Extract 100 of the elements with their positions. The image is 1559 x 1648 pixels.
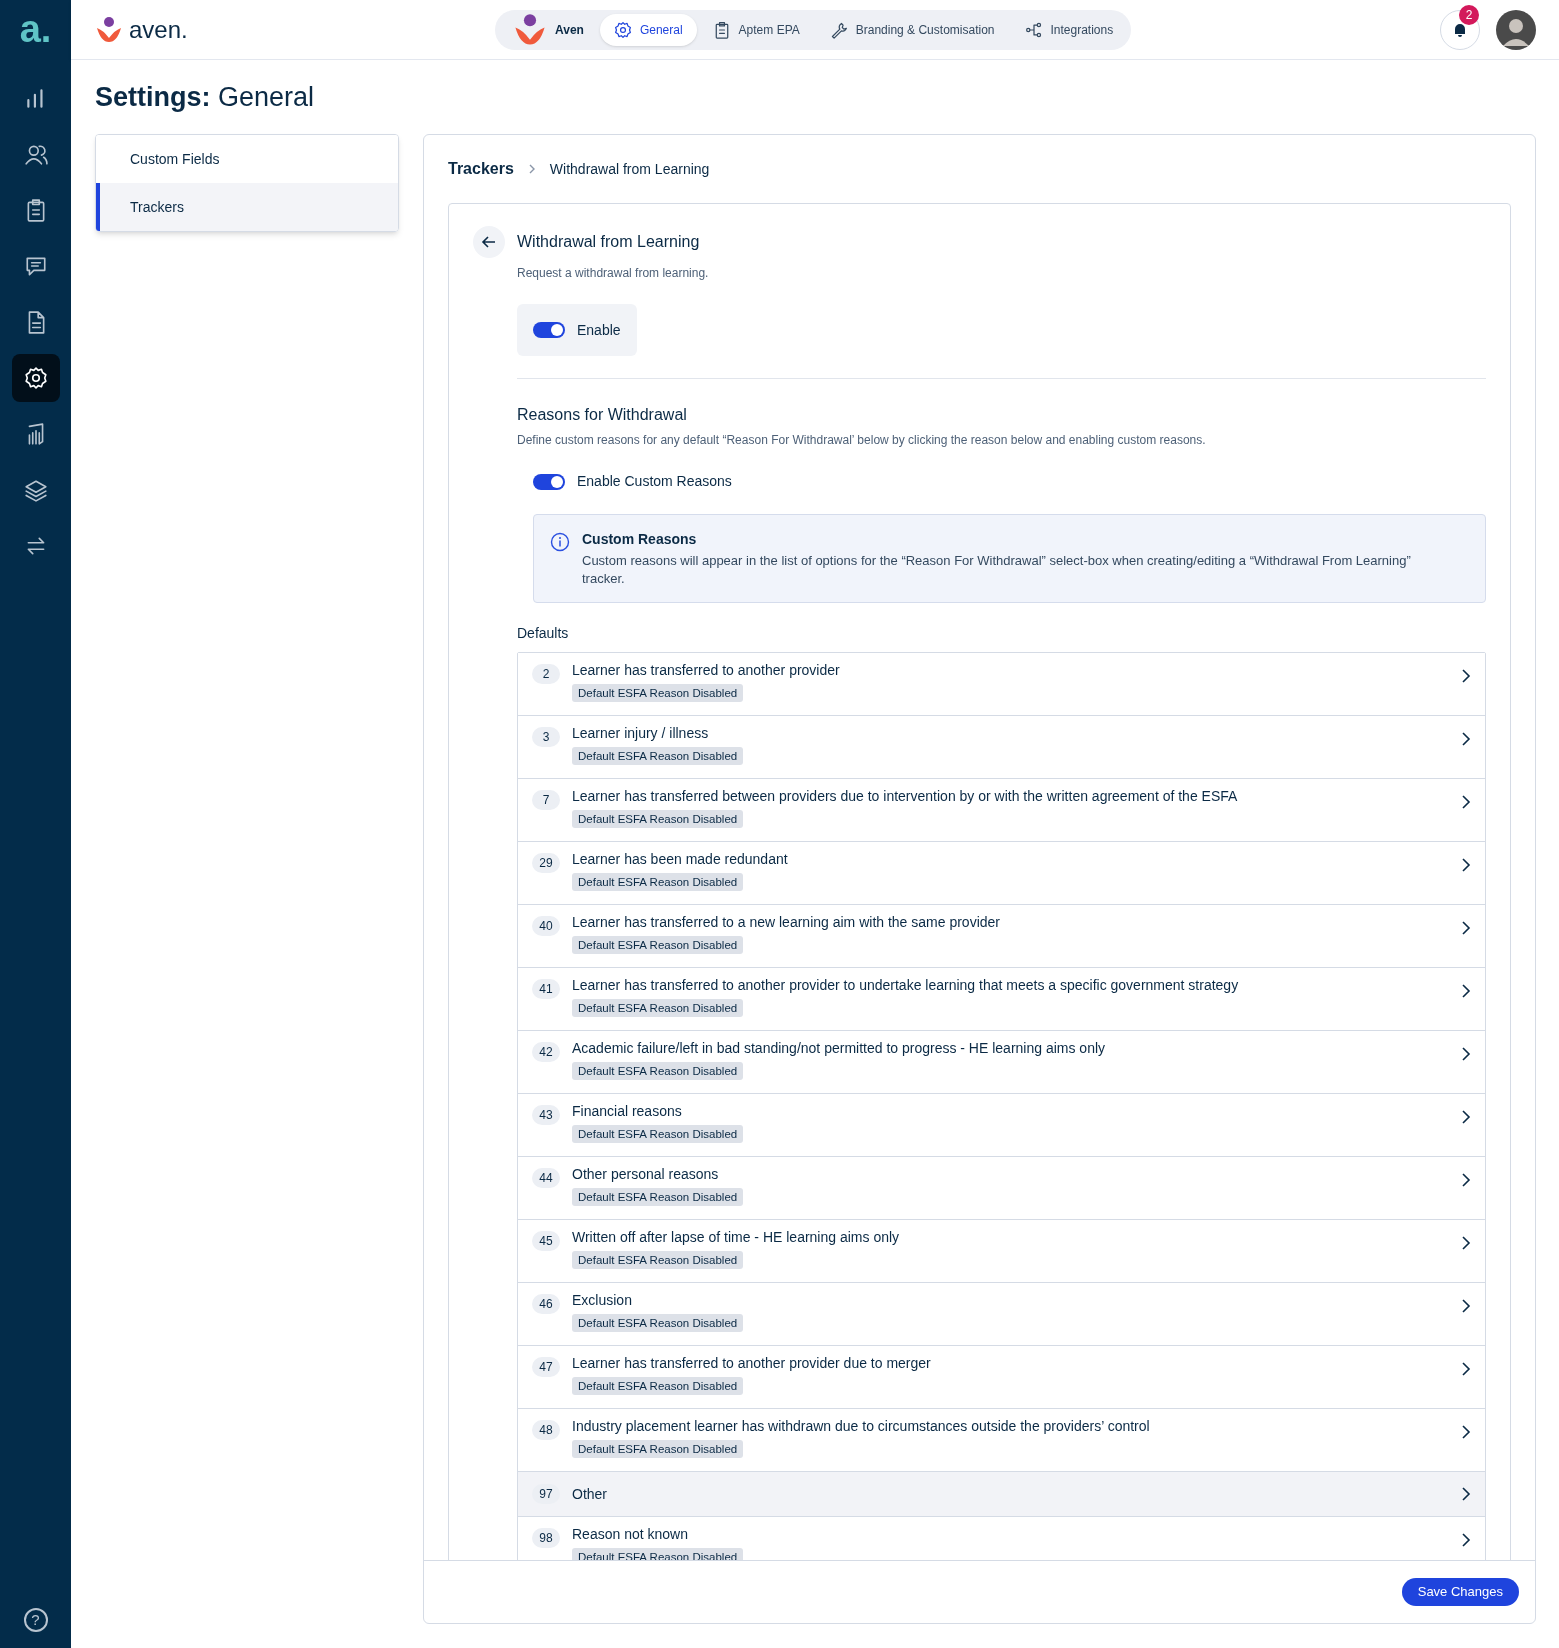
chevron-icon: [1461, 1362, 1471, 1376]
reason-title: Learner has transferred to another provider to undertake learning that meets a specific government strategy: [572, 976, 1240, 994]
chevron-icon: [1461, 1236, 1471, 1250]
flower-logo-icon: [513, 12, 547, 47]
status-badge: Default ESFA Reason Disabled: [572, 1377, 744, 1395]
chevron-icon: [1461, 1173, 1471, 1187]
nav-tab[interactable]: Integrations: [1010, 13, 1128, 46]
wrench-icon: [829, 20, 848, 39]
chevron-icon: [1461, 921, 1471, 935]
status-badge: Default ESFA Reason Disabled: [572, 747, 744, 765]
rail-button[interactable]: [11, 354, 60, 402]
reason-code: 45: [532, 1231, 560, 1251]
settings-icon: [23, 366, 48, 390]
chevron-icon: [1461, 1533, 1471, 1547]
status-badge: Default ESFA Reason Disabled: [572, 999, 744, 1017]
settings-menu-item[interactable]: Trackers: [96, 183, 398, 231]
reason-code: 44: [532, 1168, 560, 1188]
chevron-icon: [1461, 669, 1471, 683]
status-badge: Default ESFA Reason Disabled: [572, 1188, 744, 1206]
reason-title: Academic failure/left in bad standing/not permitted to progress - HE learning aims only: [572, 1039, 1107, 1057]
reason-title: Industry placement learner has withdrawn due to circumstances outside the providers’ control: [572, 1417, 1151, 1435]
nav-tab[interactable]: Aven: [499, 13, 598, 46]
back-arrow-icon: [481, 234, 497, 250]
chevron-icon: [1461, 732, 1471, 746]
reason-code: 29: [532, 853, 560, 873]
nav-tab[interactable]: Aptem EPA: [698, 13, 814, 46]
users-icon: [23, 142, 48, 166]
section-description: Define custom reasons for any default “Reason For Withdrawal’ below by clicking the reason below and enabling custom reasons.: [517, 432, 1207, 449]
status-badge: Default ESFA Reason Disabled: [572, 1440, 744, 1458]
status-badge: Default ESFA Reason Disabled: [572, 1251, 744, 1269]
status-badge: Default ESFA Reason Disabled: [572, 1314, 744, 1332]
tracker-description: Request a withdrawal from learning.: [517, 265, 710, 282]
status-badge: Default ESFA Reason Disabled: [572, 873, 744, 891]
nav-tab[interactable]: Branding & Customisation: [815, 13, 1009, 46]
toggle-label: Enable: [577, 320, 621, 340]
reason-title: Other personal reasons: [572, 1165, 720, 1183]
reason-title: Other: [572, 1485, 608, 1503]
section-title: Reasons for Withdrawal: [517, 405, 688, 425]
nav-tab[interactable]: General: [599, 13, 697, 46]
chevron-icon: [1461, 1047, 1471, 1061]
reason-code: 7: [532, 790, 560, 810]
chevron-icon: [1461, 795, 1471, 809]
help-button[interactable]: ?: [23, 1608, 48, 1632]
reason-code: 3: [532, 727, 560, 747]
chevron-icon: [1461, 1299, 1471, 1313]
reason-title: Exclusion: [572, 1291, 633, 1309]
reason-code: 2: [532, 664, 560, 684]
chevron-icon: [1461, 1425, 1471, 1439]
reason-title: Learner has transferred to another provider: [572, 661, 841, 679]
tracker-title: Withdrawal from Learning: [517, 232, 701, 252]
brand-name: aven.: [129, 14, 188, 45]
status-badge: Default ESFA Reason Disabled: [572, 936, 744, 954]
nodes-icon: [1024, 20, 1043, 39]
bell-icon: [1452, 21, 1468, 38]
breadcrumb-current: Withdrawal from Learning: [549, 159, 710, 179]
chevron-icon: [1461, 984, 1471, 998]
settings-menu-item[interactable]: Custom Fields: [96, 135, 398, 183]
reason-code: 47: [532, 1357, 560, 1377]
status-badge: Default ESFA Reason Disabled: [572, 684, 744, 702]
app-logo[interactable]: a.: [19, 10, 52, 54]
chevron-icon: [1461, 1110, 1471, 1124]
reason-title: Learner has been made redundant: [572, 850, 789, 868]
reason-title: Learner has transferred to another provider due to merger: [572, 1354, 932, 1372]
reason-row[interactable]: 97 Other: [518, 1472, 1485, 1517]
toggle-label: Enable Custom Reasons: [577, 472, 732, 491]
chevron-icon: [1461, 858, 1471, 872]
enable-toggle[interactable]: [533, 322, 565, 338]
layers-icon: [23, 478, 48, 502]
reason-title: Learner injury / illness: [572, 724, 710, 742]
breadcrumb-link[interactable]: Trackers: [448, 157, 514, 181]
reason-title: Learner has transferred to a new learning aim with the same provider: [572, 913, 1001, 931]
reason-code: 48: [532, 1420, 560, 1440]
reason-code: 43: [532, 1105, 560, 1125]
reason-code: 40: [532, 916, 560, 936]
reason-title: Reason not known: [572, 1525, 689, 1543]
reason-row[interactable]: 2 Learner has transferred to another provider Default ESFA Reason Disabled: [518, 653, 1485, 716]
chevron-icon: [1461, 1487, 1471, 1501]
info-icon: [550, 532, 570, 552]
back-button[interactable]: [473, 226, 505, 258]
info-text: Custom reasons will appear in the list of options for the “Reason For Withdrawal” select-box when creating/editing a “Withdrawal From Learning” tracker.: [582, 552, 1412, 588]
defaults-label: Defaults: [517, 624, 570, 643]
status-badge: Default ESFA Reason Disabled: [572, 1125, 744, 1143]
custom-reasons-toggle[interactable]: [533, 473, 565, 490]
save-changes-button[interactable]: Save Changes: [1401, 1578, 1519, 1606]
reason-code: 98: [532, 1528, 560, 1548]
chevron-icon: [527, 164, 536, 174]
reason-code: 42: [532, 1042, 560, 1062]
info-title: Custom Reasons: [582, 530, 698, 549]
flower-logo-icon: [95, 15, 123, 44]
notification-badge: 2: [1459, 4, 1479, 25]
status-badge: Default ESFA Reason Disabled: [572, 810, 744, 828]
page-title: Settings: General: [95, 81, 316, 114]
reason-code: 41: [532, 979, 560, 999]
reason-title: Written off after lapse of time - HE learning aims only: [572, 1228, 901, 1246]
reason-title: Financial reasons: [572, 1102, 683, 1120]
settings-icon: [613, 20, 632, 39]
avatar[interactable]: [1496, 9, 1536, 50]
status-badge: Default ESFA Reason Disabled: [572, 1062, 744, 1080]
reason-code: 46: [532, 1294, 560, 1314]
reason-code: 97: [532, 1484, 560, 1504]
